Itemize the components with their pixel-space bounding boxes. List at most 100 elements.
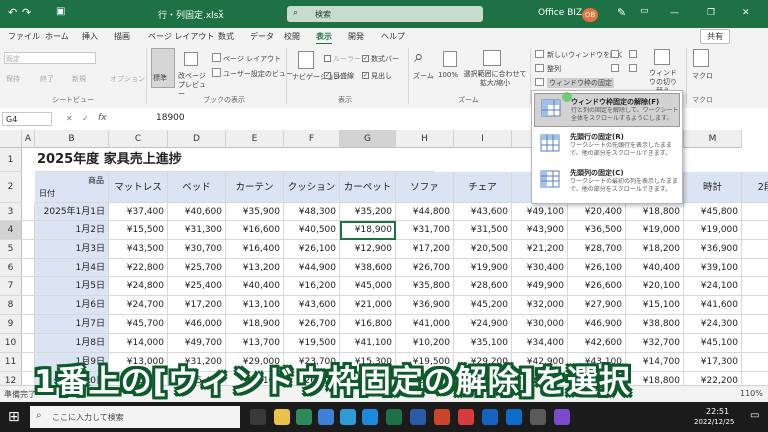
empty-cell[interactable] xyxy=(22,296,35,315)
value-cell[interactable]: ¥35,200 xyxy=(340,203,396,221)
page-break-icon[interactable] xyxy=(184,52,198,66)
tab-home[interactable]: ホーム xyxy=(45,31,69,42)
ruler-checkbox[interactable] xyxy=(324,55,331,62)
empty-cell[interactable] xyxy=(22,277,35,296)
value-cell[interactable]: ¥31,500 xyxy=(454,221,512,240)
value-cell[interactable]: ¥43,500 xyxy=(109,240,168,259)
value-cell[interactable] xyxy=(742,296,768,315)
row-header[interactable]: 7 xyxy=(0,277,22,296)
value-cell[interactable]: ¥24,300 xyxy=(684,315,742,334)
value-cell[interactable]: ¥16,800 xyxy=(340,315,396,334)
value-cell[interactable]: ¥36,900 xyxy=(684,240,742,259)
value-cell[interactable]: ¥37,400 xyxy=(109,203,168,221)
value-cell[interactable]: ¥26,700 xyxy=(396,259,454,277)
value-cell[interactable] xyxy=(742,203,768,221)
value-cell[interactable]: ¥16,200 xyxy=(284,277,340,296)
row-header[interactable]: 6 xyxy=(0,259,22,277)
value-cell[interactable]: ¥26,600 xyxy=(568,277,626,296)
value-cell[interactable]: ¥15,500 xyxy=(109,221,168,240)
value-cell[interactable]: ¥35,800 xyxy=(396,277,454,296)
value-cell[interactable] xyxy=(742,277,768,296)
task-view-icon[interactable] xyxy=(250,409,266,425)
avatar[interactable]: OB xyxy=(582,8,598,22)
search-box[interactable]: ⌕ 検索 xyxy=(287,6,483,22)
menu-item-freeze-first-column[interactable]: 先頭列の固定(C) ワークシートの最初の列を表示したままで、他の部分をスクロール… xyxy=(534,165,680,199)
value-cell[interactable]: ¥30,000 xyxy=(512,315,568,334)
value-cell[interactable]: ¥19,900 xyxy=(454,259,512,277)
date-cell[interactable]: 2025年1月1日 xyxy=(35,203,109,221)
photos-icon[interactable] xyxy=(318,409,334,425)
vscode-icon[interactable] xyxy=(506,409,522,425)
value-cell[interactable]: ¥45,000 xyxy=(340,277,396,296)
value-cell[interactable] xyxy=(742,240,768,259)
value-cell[interactable]: ¥49,100 xyxy=(512,203,568,221)
outlook-icon[interactable] xyxy=(482,409,498,425)
save-icon[interactable]: ▣ xyxy=(56,6,65,17)
menu-item-freeze-top-row[interactable]: 先頭行の固定(R) ワークシートの先頭行を表示したままで、他の部分をスクロールで… xyxy=(534,129,680,163)
column-header[interactable]: M xyxy=(684,130,742,148)
value-cell[interactable]: ¥13,700 xyxy=(226,334,284,353)
value-cell[interactable]: ¥24,900 xyxy=(454,315,512,334)
switch-window-icon[interactable] xyxy=(654,49,670,65)
value-cell[interactable]: ¥27,900 xyxy=(568,296,626,315)
row-header[interactable]: 12 xyxy=(0,372,22,385)
value-cell[interactable]: ¥36,900 xyxy=(396,296,454,315)
empty-cell[interactable] xyxy=(22,203,35,221)
value-cell[interactable]: ¥24,800 xyxy=(109,277,168,296)
value-cell[interactable]: ¥46,000 xyxy=(168,315,226,334)
menu-item-unfreeze[interactable]: ウィンドウ枠固定の解除(F) 行と列の固定を解除して、ワークシート全体をスクロー… xyxy=(534,93,680,127)
value-cell[interactable]: ¥35,900 xyxy=(226,203,284,221)
value-cell[interactable]: ¥40,500 xyxy=(284,221,340,240)
value-cell[interactable]: ¥40,600 xyxy=(168,203,226,221)
store-icon[interactable] xyxy=(296,409,312,425)
value-cell[interactable]: ¥45,800 xyxy=(684,203,742,221)
close-button[interactable]: ✕ xyxy=(742,8,750,18)
value-cell[interactable]: ¥39,100 xyxy=(684,259,742,277)
value-cell[interactable]: ¥19,000 xyxy=(684,221,742,240)
tab-data[interactable]: データ xyxy=(250,31,274,42)
value-cell[interactable]: ¥49,900 xyxy=(512,277,568,296)
notification-icon[interactable]: ▭ xyxy=(750,410,759,421)
value-cell[interactable]: ¥49,700 xyxy=(168,334,226,353)
sync-scroll-icon[interactable] xyxy=(629,64,637,72)
empty-cell[interactable] xyxy=(22,334,35,353)
value-cell[interactable]: ¥20,100 xyxy=(626,277,684,296)
value-cell[interactable] xyxy=(742,221,768,240)
taskbar-search-box[interactable]: ⌕ ここに入力して検索 xyxy=(30,406,240,428)
custom-view-label[interactable]: ユーザー設定のビュー xyxy=(223,69,293,79)
value-cell[interactable]: ¥17,300 xyxy=(684,353,742,372)
zoom-to-selection-icon[interactable] xyxy=(483,50,501,66)
empty-cell[interactable] xyxy=(22,221,35,240)
clock-date[interactable]: 2022/12/25 xyxy=(694,418,734,426)
headings-checkbox[interactable]: ✓ xyxy=(362,72,369,79)
tab-developer[interactable]: 開発 xyxy=(348,31,364,42)
tab-draw[interactable]: 描画 xyxy=(114,31,130,42)
date-cell[interactable]: 1月6日 xyxy=(35,296,109,315)
value-cell[interactable]: ¥16,400 xyxy=(226,240,284,259)
value-cell[interactable]: ¥31,700 xyxy=(396,221,454,240)
value-cell[interactable]: ¥25,700 xyxy=(168,259,226,277)
value-cell[interactable]: ¥16,600 xyxy=(226,221,284,240)
value-cell[interactable]: ¥26,100 xyxy=(568,259,626,277)
column-header[interactable]: E xyxy=(226,130,284,148)
undo-icon[interactable]: ↶ xyxy=(8,6,17,19)
value-cell[interactable]: ¥17,200 xyxy=(396,240,454,259)
cancel-icon[interactable]: ✕ xyxy=(66,114,73,123)
options-button[interactable]: オプション xyxy=(110,74,145,84)
value-cell[interactable]: ¥42,600 xyxy=(568,334,626,353)
value-cell[interactable]: ¥10,200 xyxy=(396,334,454,353)
value-cell[interactable]: ¥13,200 xyxy=(226,259,284,277)
custom-view-icon[interactable] xyxy=(212,68,221,77)
value-cell[interactable]: ¥43,900 xyxy=(512,221,568,240)
restore-button[interactable]: ❐ xyxy=(707,8,715,18)
date-cell[interactable]: 1月2日 xyxy=(35,221,109,240)
date-cell[interactable]: 1月5日 xyxy=(35,277,109,296)
value-cell[interactable]: ¥40,400 xyxy=(626,259,684,277)
tab-file[interactable]: ファイル xyxy=(8,31,40,42)
value-cell[interactable]: ¥12,900 xyxy=(340,240,396,259)
enter-icon[interactable]: ✓ xyxy=(82,114,89,123)
value-cell[interactable]: ¥28,600 xyxy=(454,277,512,296)
filename-dropdown-icon[interactable]: ⌄ xyxy=(217,5,225,15)
arrange-icon[interactable] xyxy=(535,64,544,72)
date-cell[interactable]: 1月8日 xyxy=(35,334,109,353)
